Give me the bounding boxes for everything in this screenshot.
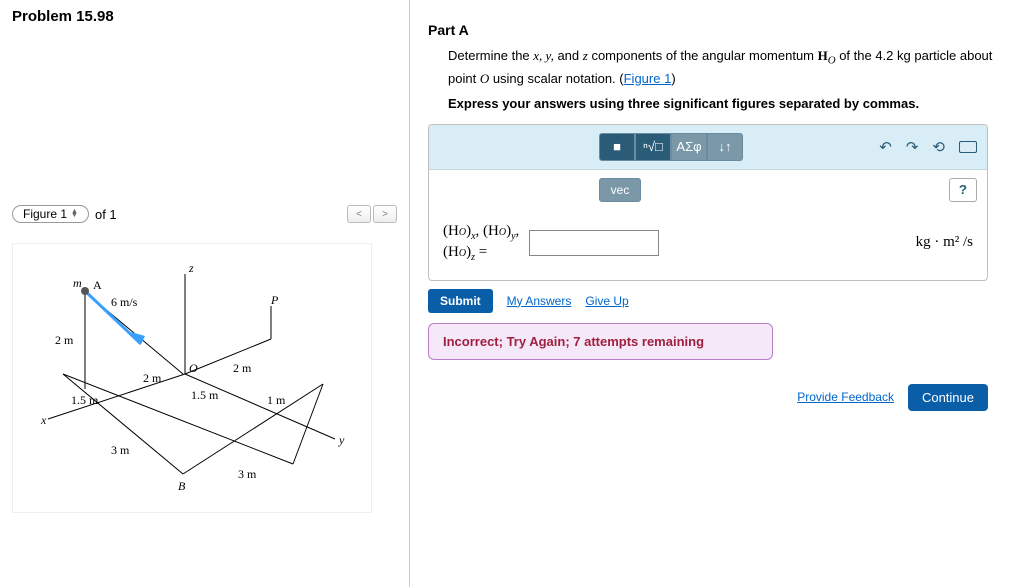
answer-input-row: (HO)x, (HO)y, (HO)z = kg · m² /s [429,210,987,280]
svg-text:1.5 m: 1.5 m [71,393,99,407]
svg-text:P: P [270,293,279,307]
provide-feedback-link[interactable]: Provide Feedback [797,390,894,404]
figure-label: Figure 1 [23,207,67,221]
figure-select-pill[interactable]: Figure 1 ▲▼ [12,205,89,223]
figure-count: of 1 [95,207,117,222]
svg-text:1.5 m: 1.5 m [191,388,219,402]
svg-text:3 m: 3 m [111,443,130,457]
answer-units: kg · m² /s [916,234,973,251]
part-prompt: Determine the x, y, and z components of … [448,46,1006,114]
figure-prev-button[interactable]: < [347,205,371,223]
svg-text:3 m: 3 m [238,467,257,481]
feedback-message: Incorrect; Try Again; 7 attempts remaini… [428,323,773,360]
equation-toolbar: ■ ⁿ√□ ΑΣφ ↓↑ ↶ ↷ ⟲ [429,125,987,170]
root-button[interactable]: ⁿ√□ [635,133,671,161]
part-title: Part A [428,22,1006,38]
submit-button[interactable]: Submit [428,289,493,313]
svg-text:m: m [73,276,82,290]
help-button[interactable]: ? [949,178,977,202]
svg-text:B: B [178,479,186,493]
figure-updown-icon: ▲▼ [71,210,78,218]
answer-input[interactable] [529,230,659,256]
figure-illustration: m A 6 m/s 2 m 2 m 2 m 1.5 m 1.5 m 1 m 3 … [12,243,372,513]
reset-icon[interactable]: ⟲ [932,138,945,156]
problem-title: Problem 15.98 [12,8,397,25]
svg-text:A: A [93,278,102,292]
svg-text:x: x [40,413,47,427]
figure-link[interactable]: Figure 1 [624,71,672,86]
vec-button[interactable]: vec [599,178,641,202]
svg-text:2 m: 2 m [143,371,162,385]
redo-icon[interactable]: ↷ [906,138,919,156]
answer-lhs: (HO)x, (HO)y, (HO)z = [443,222,519,264]
svg-text:y: y [338,433,345,447]
templates-button[interactable]: ■ [599,133,635,161]
svg-text:1 m: 1 m [267,393,286,407]
subsup-button[interactable]: ↓↑ [707,133,743,161]
continue-button[interactable]: Continue [908,384,988,411]
part-instruction: Express your answers using three signifi… [448,94,1006,114]
greek-button[interactable]: ΑΣφ [671,133,707,161]
svg-text:2 m: 2 m [233,361,252,375]
answer-box: ■ ⁿ√□ ΑΣφ ↓↑ ↶ ↷ ⟲ vec ? (HO)x, (HO)y, [428,124,988,281]
keyboard-icon[interactable] [959,141,977,153]
svg-text:6 m/s: 6 m/s [111,295,138,309]
svg-text:O: O [189,361,198,375]
give-up-link[interactable]: Give Up [585,294,628,308]
svg-text:2 m: 2 m [55,333,74,347]
undo-icon[interactable]: ↶ [879,138,892,156]
svg-text:z: z [188,261,194,275]
my-answers-link[interactable]: My Answers [507,294,572,308]
figure-next-button[interactable]: > [373,205,397,223]
figure-header: Figure 1 ▲▼ of 1 < > [12,205,397,223]
